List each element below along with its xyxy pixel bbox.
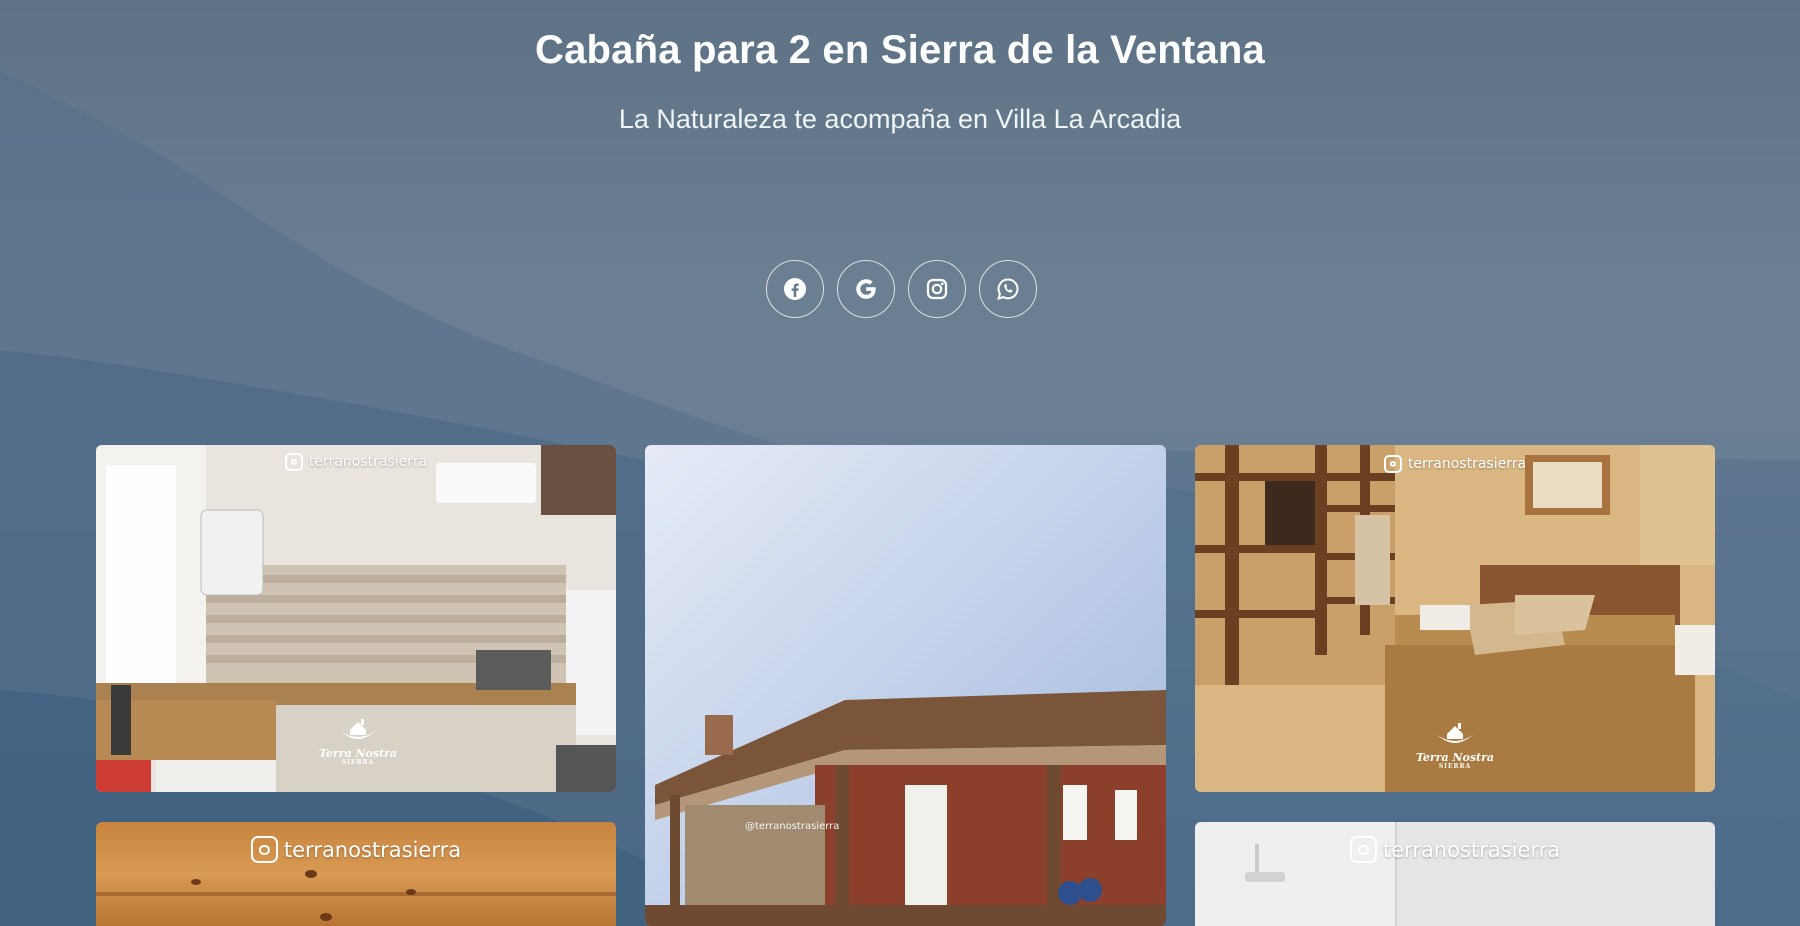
- instagram-handle: terranostrasierra: [308, 454, 428, 470]
- facebook-icon: [784, 278, 806, 300]
- logo-name: Terra Nostra: [318, 747, 398, 761]
- gallery-photo-bathroom[interactable]: terranostrasierra: [1195, 822, 1715, 926]
- instagram-icon: [284, 453, 303, 471]
- google-button[interactable]: [837, 260, 895, 318]
- instagram-handle: terranostrasierra: [283, 837, 462, 862]
- google-icon: [856, 279, 876, 299]
- gallery-photo-bedroom[interactable]: terranostrasierra Terra Nostra SIERRA: [1195, 445, 1715, 792]
- instagram-icon: [1349, 836, 1377, 863]
- page-subtitle: La Naturaleza te acompaña en Villa La Ar…: [618, 104, 1182, 134]
- gallery-photo-exterior[interactable]: @terranostrasierra: [645, 445, 1166, 926]
- logo-sub: SIERRA: [1438, 763, 1472, 771]
- gallery-photo-kitchen[interactable]: terranostrasierra Terra Nostra SIERRA: [96, 445, 616, 792]
- gallery-photo-wood[interactable]: terranostrasierra: [96, 822, 616, 926]
- instagram-icon: [250, 836, 278, 863]
- social-links: [766, 260, 1037, 318]
- instagram-watermark: terranostrasierra: [96, 453, 616, 471]
- instagram-watermark: terranostrasierra: [96, 836, 616, 863]
- instagram-watermark-small: @terranostrasierra: [745, 821, 840, 832]
- instagram-button[interactable]: [908, 260, 966, 318]
- logo-name: Terra Nostra: [1415, 751, 1495, 765]
- exterior-photo: [645, 445, 1166, 926]
- instagram-handle: terranostrasierra: [1407, 456, 1527, 472]
- terra-nostra-logo: Terra Nostra SIERRA: [1415, 717, 1495, 771]
- instagram-handle: terranostrasierra: [1382, 837, 1561, 862]
- logo-sub: SIERRA: [341, 759, 375, 767]
- instagram-watermark: terranostrasierra: [1195, 455, 1715, 473]
- facebook-button[interactable]: [766, 260, 824, 318]
- whatsapp-icon: [997, 278, 1019, 300]
- instagram-icon: [926, 278, 948, 300]
- whatsapp-button[interactable]: [979, 260, 1037, 318]
- page-title: Cabaña para 2 en Sierra de la Ventana: [535, 28, 1265, 72]
- terra-nostra-logo: Terra Nostra SIERRA: [318, 713, 398, 767]
- instagram-watermark: terranostrasierra: [1195, 836, 1715, 863]
- instagram-icon: [1383, 455, 1402, 473]
